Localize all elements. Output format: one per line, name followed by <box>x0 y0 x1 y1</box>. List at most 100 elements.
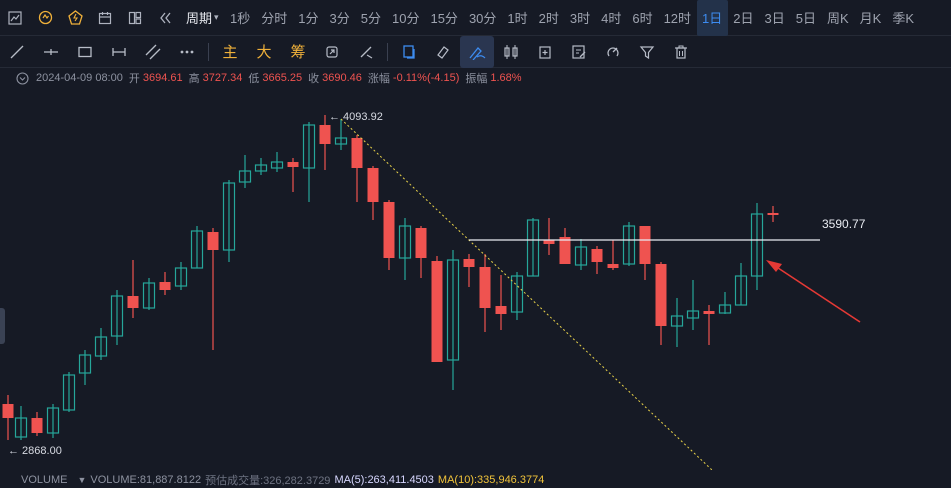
low-label: 低 <box>248 73 260 85</box>
low-value: 3665.25 <box>262 72 303 84</box>
candle-body <box>127 296 139 308</box>
bar-datetime: 2024-04-09 08:00 <box>36 72 123 84</box>
period-tab[interactable]: 1日 <box>696 0 728 36</box>
candle-compare-icon[interactable] <box>494 36 528 68</box>
volume-indicator-title[interactable]: VOLUME <box>21 474 67 486</box>
divider <box>208 42 209 61</box>
chart-type-icon[interactable] <box>0 0 30 36</box>
candle-body <box>639 226 651 264</box>
period-tab[interactable]: 3分 <box>324 0 355 36</box>
period-toolbar: 周期 ▾ 1秒 分时 1分 3分 5分 10分 15分 30分 1时 2时 3时 4时 6时 12时 1日 2… <box>0 0 951 36</box>
candle-body <box>367 168 379 202</box>
annotation-arrow-shaft <box>771 263 861 323</box>
period-tab[interactable]: 1分 <box>293 0 324 36</box>
parallel-channel-icon[interactable] <box>136 36 170 68</box>
period-list: 1秒 分时 1分 3分 5分 10分 15分 30分 1时 2时 3时 4时 6时 12时 1日 2日 3日 5日… <box>225 0 920 36</box>
candle-body <box>479 267 491 308</box>
alert-icon[interactable] <box>60 0 90 36</box>
open-value: 3694.61 <box>142 72 183 84</box>
estimated-volume: 预估成交量:326,282.3729 <box>205 474 331 487</box>
high-price-marker: ← 4093.92 <box>329 111 383 123</box>
period-tab[interactable]: 3日 <box>759 0 790 36</box>
change-value: -0.11%(-4.15) <box>392 72 460 84</box>
main-force-button[interactable]: 主 <box>213 36 247 68</box>
rewind-icon[interactable] <box>150 0 180 36</box>
candle-body <box>351 138 363 168</box>
candle-body <box>287 162 299 167</box>
refresh-icon[interactable] <box>315 36 349 68</box>
volume-legend-bar: VOLUME ▼ VOLUME:81,887.8122 预估成交量:326,28… <box>0 471 951 488</box>
period-tab[interactable]: 季K <box>887 0 920 36</box>
range-icon[interactable] <box>102 36 136 68</box>
ma10-value: MA(10):335,946.3774 <box>437 473 545 486</box>
candle-body <box>591 249 603 262</box>
high-label: 高 <box>188 73 200 85</box>
amplitude-label: 振幅 <box>465 73 488 85</box>
candle-body <box>431 261 443 362</box>
period-tab[interactable]: 6时 <box>627 0 658 36</box>
change-label: 涨幅 <box>367 73 390 85</box>
volume-value: VOLUME:81,887.8122 <box>90 473 202 486</box>
period-select[interactable]: 周期 ▾ <box>180 0 225 36</box>
candle-body <box>31 418 43 433</box>
period-tab[interactable]: 4时 <box>596 0 627 36</box>
candlestick-chart[interactable]: ← 4093.92 ← 2868.00 3590.77 <box>0 88 951 470</box>
filter-icon[interactable] <box>630 36 664 68</box>
period-tab[interactable]: 10分 <box>387 0 425 36</box>
open-label: 开 <box>128 73 140 85</box>
candle-body <box>607 264 619 268</box>
candle-body <box>415 228 427 258</box>
clear-drawing-icon[interactable] <box>349 36 383 68</box>
trend-line-icon[interactable] <box>0 36 34 68</box>
more-icon[interactable] <box>170 36 204 68</box>
chip-button[interactable]: 筹 <box>281 36 315 68</box>
period-tab[interactable]: 月K <box>854 0 887 36</box>
edit-note-icon[interactable] <box>562 36 596 68</box>
period-tab[interactable]: 1时 <box>502 0 533 36</box>
candle-body <box>495 306 507 314</box>
period-tab[interactable]: 5日 <box>790 0 821 36</box>
period-tab[interactable]: 30分 <box>463 0 501 36</box>
candle-body <box>463 259 475 267</box>
trash-icon[interactable] <box>664 36 698 68</box>
period-tab[interactable]: 分时 <box>256 0 293 36</box>
drawing-toolbar: 主 大 筹 <box>0 35 951 68</box>
period-tab[interactable]: 2时 <box>533 0 564 36</box>
collapse-toggle-icon[interactable] <box>16 71 29 85</box>
candle-body <box>767 213 779 215</box>
horizontal-line-label: 3590.77 <box>822 217 866 231</box>
horizontal-line-icon[interactable] <box>34 36 68 68</box>
period-tab[interactable]: 1秒 <box>225 0 256 36</box>
period-tab[interactable]: 2日 <box>728 0 759 36</box>
rectangle-icon[interactable] <box>68 36 102 68</box>
magnet-icon[interactable] <box>596 36 630 68</box>
low-price-marker: ← 2868.00 <box>8 445 62 457</box>
amplitude-value: 1.68% <box>490 72 522 84</box>
volume-dropdown-icon[interactable]: ▼ <box>77 475 86 485</box>
candle-body <box>703 311 715 314</box>
period-tab[interactable]: 5分 <box>355 0 386 36</box>
period-tab[interactable]: 周K <box>821 0 854 36</box>
annotation-arrow-head <box>766 260 782 272</box>
ohlc-info-bar: 2024-04-09 08:00 开 3694.61 高 3727.34 低 3… <box>0 68 951 88</box>
clipboard-icon[interactable] <box>528 36 562 68</box>
candle-body <box>2 404 14 418</box>
period-tab[interactable]: 3时 <box>564 0 595 36</box>
eraser-icon[interactable] <box>426 36 460 68</box>
copy-icon[interactable] <box>392 36 426 68</box>
high-value: 3727.34 <box>202 72 243 84</box>
large-order-button[interactable]: 大 <box>247 36 281 68</box>
divider <box>387 42 388 61</box>
layout-icon[interactable] <box>120 0 150 36</box>
pen-icon[interactable] <box>460 35 494 68</box>
indicator-icon[interactable] <box>30 0 60 36</box>
close-label: 收 <box>308 73 320 85</box>
calendar-icon[interactable] <box>90 0 120 36</box>
left-panel-handle[interactable] <box>0 308 5 344</box>
candle-body <box>159 282 171 290</box>
period-tab[interactable]: 15分 <box>425 0 463 36</box>
candle-body <box>559 237 571 264</box>
period-tab[interactable]: 12时 <box>658 0 696 36</box>
chevron-down-icon: ▾ <box>214 12 219 22</box>
candle-body <box>383 202 395 258</box>
